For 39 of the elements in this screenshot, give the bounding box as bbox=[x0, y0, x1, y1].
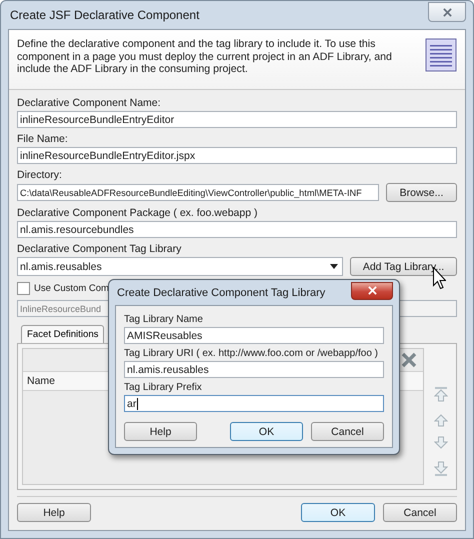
field-label: Tag Library Prefix bbox=[124, 382, 203, 393]
move-bottom-icon[interactable] bbox=[434, 461, 448, 477]
help-button[interactable]: Help bbox=[17, 503, 91, 522]
dropdown-arrow-icon bbox=[330, 264, 338, 269]
dialog-button[interactable]: Help bbox=[124, 422, 197, 441]
dialog-button[interactable]: OK bbox=[301, 503, 375, 522]
add-tag-library-button[interactable]: Add Tag Library... bbox=[350, 257, 457, 276]
text-field[interactable]: nl.amis.resourcebundles bbox=[17, 221, 457, 238]
field-label: Tag Library Name bbox=[124, 314, 204, 325]
field-label: Declarative Component Name: bbox=[17, 97, 162, 109]
field-label: Directory: bbox=[17, 169, 63, 181]
field-label: Declarative Component Tag Library bbox=[17, 243, 182, 255]
subdialog-title: Create Declarative Component Tag Library bbox=[117, 286, 326, 298]
close-icon bbox=[368, 286, 376, 295]
text-field[interactable]: ar bbox=[124, 395, 384, 412]
text-field[interactable]: nl.amis.reusables bbox=[124, 361, 384, 378]
move-top-icon[interactable] bbox=[434, 386, 448, 402]
document-icon bbox=[425, 38, 457, 72]
description-text: Define the declarative component and the tag library to include it. To use this component in a page you must deploy the current project in an ADF Library, and include the ADF Library in the consuming project. bbox=[17, 38, 393, 78]
field-label: Tag Library URI ( ex. http://www.foo.com or /webapp/foo ) bbox=[124, 348, 379, 359]
text-field[interactable]: AMISReusables bbox=[124, 327, 384, 344]
field-label: File Name: bbox=[17, 133, 69, 145]
field-label: Declarative Component Package ( ex. foo.webapp ) bbox=[17, 207, 258, 219]
text-field[interactable]: inlineResourceBundleEntryEditor bbox=[17, 111, 457, 128]
dialog-button[interactable]: OK bbox=[230, 422, 303, 441]
browse-button[interactable]: Browse... bbox=[386, 183, 457, 202]
window-title: Create JSF Declarative Component bbox=[10, 8, 200, 22]
dialog-button[interactable]: Cancel bbox=[383, 503, 457, 522]
close-icon bbox=[442, 8, 452, 16]
text-field[interactable]: inlineResourceBundleEntryEditor.jspx bbox=[17, 147, 457, 164]
tag-library-dropdown[interactable]: nl.amis.reusables bbox=[17, 257, 343, 276]
delete-icon[interactable] bbox=[401, 352, 417, 368]
directory-field[interactable]: C:\data\ReusableADFResourceBundleEditing\ViewController\public_html\META-INF bbox=[17, 184, 379, 201]
close-button[interactable] bbox=[428, 2, 466, 22]
close-button[interactable] bbox=[351, 282, 393, 300]
tab[interactable]: Facet Definitions bbox=[21, 325, 104, 343]
checkbox-label: Use Custom Com bbox=[34, 283, 109, 294]
dialog-button[interactable]: Cancel bbox=[311, 422, 384, 441]
checkbox[interactable] bbox=[17, 282, 30, 295]
